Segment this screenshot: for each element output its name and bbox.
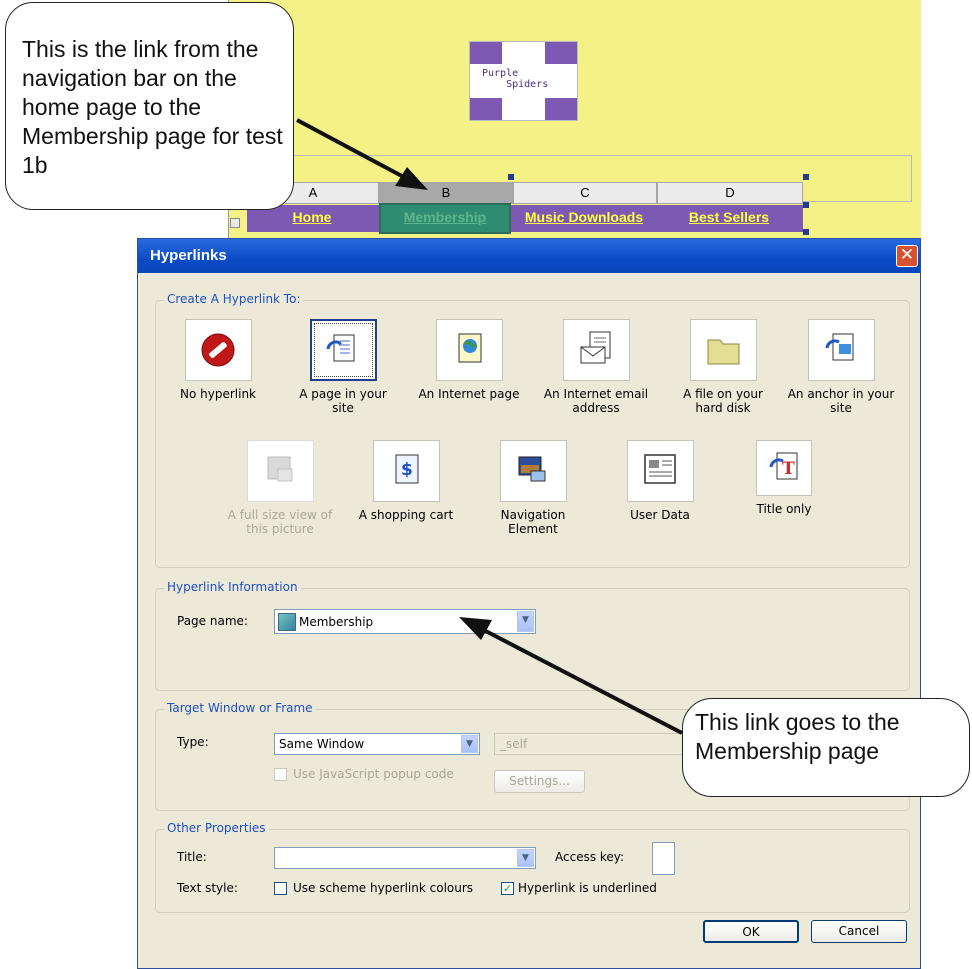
svg-text:$: $ (401, 460, 413, 480)
row-handle[interactable] (230, 218, 240, 228)
access-key-input[interactable] (652, 842, 675, 875)
user-data-icon (626, 440, 694, 502)
scheme-colours-label: Use scheme hyperlink colours (293, 881, 474, 895)
selection-handle[interactable] (803, 174, 809, 180)
folder-icon (689, 319, 757, 381)
title-select[interactable]: ▼ (274, 847, 536, 869)
page-name-label: Page name: (177, 614, 248, 628)
hyperlinks-dialog: Hyperlinks ✕ Create A Hyperlink To: No h… (137, 238, 921, 969)
page-name-select[interactable]: Membership ▼ (274, 609, 536, 634)
popup-checkbox (274, 768, 287, 781)
navigation-icon (499, 440, 567, 502)
page-name-value: Membership (299, 615, 374, 629)
chevron-down-icon[interactable]: ▼ (461, 735, 478, 753)
option-page-in-site[interactable]: A page in your site (288, 319, 398, 415)
callout-bottom-right: This link goes to the Membership page (682, 698, 970, 797)
purple-spiders-logo: Purple Spiders (469, 41, 578, 121)
group-title: Other Properties (164, 821, 269, 835)
target-frame-field: _self (494, 733, 694, 755)
option-navigation-element[interactable]: Navigation Element (478, 440, 588, 536)
ok-button[interactable]: OK (703, 920, 799, 943)
selection-handle[interactable] (508, 174, 514, 180)
option-label: An anchor in your site (787, 387, 895, 415)
selection-handle[interactable] (803, 229, 809, 235)
selection-handle[interactable] (803, 202, 809, 208)
access-key-label: Access key: (555, 850, 625, 864)
option-label: Navigation Element (500, 508, 566, 536)
close-icon[interactable]: ✕ (896, 245, 918, 267)
option-label: A page in your site (299, 387, 387, 415)
option-anchor-in-site[interactable]: An anchor in your site (786, 319, 896, 415)
option-internet-page[interactable]: An Internet page (414, 319, 524, 401)
other-properties-group: Other Properties (155, 821, 910, 913)
option-file-on-disk[interactable]: A file on your hard disk (668, 319, 778, 415)
scheme-colours-checkbox[interactable] (274, 882, 287, 895)
title-icon: T (756, 440, 812, 496)
dialog-title: Hyperlinks (150, 247, 227, 264)
group-title: Hyperlink Information (164, 580, 301, 594)
column-header-c[interactable]: C (513, 182, 657, 204)
hyperlink-information-group: Hyperlink Information (155, 580, 910, 691)
dialog-titlebar: Hyperlinks ✕ (138, 239, 920, 273)
email-icon (562, 319, 630, 381)
cancel-button[interactable]: Cancel (811, 920, 907, 943)
column-header-b[interactable]: B (379, 182, 513, 204)
callout-top-left: This is the link from the navigation bar… (5, 2, 294, 210)
shopping-cart-icon: $ (372, 440, 440, 502)
option-no-hyperlink[interactable]: No hyperlink (163, 319, 273, 401)
anchor-icon (807, 319, 875, 381)
internet-page-icon (435, 319, 503, 381)
group-title: Target Window or Frame (164, 701, 316, 715)
svg-text:T: T (782, 459, 795, 479)
nav-link-membership[interactable]: Membership (379, 203, 511, 234)
site-page-icon (309, 319, 377, 381)
nav-link-best-sellers[interactable]: Best Sellers (657, 205, 801, 232)
option-internet-email[interactable]: An Internet email address (541, 319, 651, 415)
option-title-only[interactable]: T Title only (729, 440, 839, 516)
option-full-size-picture: A full size view of this picture (225, 440, 335, 536)
logo-text: Purple Spiders (482, 68, 549, 90)
type-label: Type: (177, 735, 209, 749)
target-frame-value: _self (500, 737, 528, 751)
underlined-label: Hyperlink is underlined (518, 881, 657, 895)
option-label: No hyperlink (180, 387, 256, 401)
option-user-data[interactable]: User Data (605, 440, 715, 522)
option-label: Title only (756, 502, 812, 516)
option-label: A full size view of this picture (227, 508, 333, 536)
underlined-checkbox[interactable]: ✓ (501, 882, 514, 895)
target-type-value: Same Window (279, 737, 365, 751)
text-style-label: Text style: (177, 881, 238, 895)
column-header-d[interactable]: D (657, 182, 803, 204)
option-label: A file on your hard disk (683, 387, 763, 415)
settings-button: Settings... (494, 770, 585, 793)
option-label: An Internet email address (543, 387, 649, 415)
option-label: A shopping cart (358, 508, 454, 522)
picture-icon (246, 440, 314, 502)
group-title: Create A Hyperlink To: (164, 292, 304, 306)
page-icon (278, 613, 296, 631)
title-label: Title: (177, 850, 207, 864)
popup-label: Use JavaScript popup code (293, 767, 454, 781)
chevron-down-icon[interactable]: ▼ (517, 611, 534, 632)
option-shopping-cart[interactable]: $ A shopping cart (351, 440, 461, 522)
no-entry-icon (184, 319, 252, 381)
target-type-select[interactable]: Same Window ▼ (274, 733, 480, 755)
chevron-down-icon[interactable]: ▼ (517, 849, 534, 867)
option-label: User Data (630, 508, 690, 522)
nav-link-music-downloads[interactable]: Music Downloads (513, 205, 655, 232)
option-label: An Internet page (418, 387, 520, 401)
